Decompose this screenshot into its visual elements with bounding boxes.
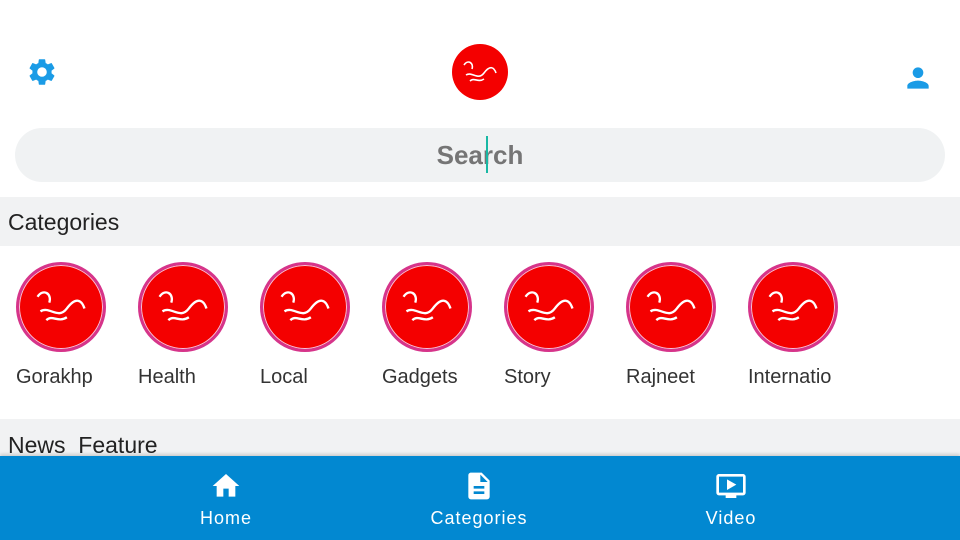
nav-video[interactable]: Video <box>661 456 801 540</box>
news-feature-heading: News Feature <box>0 419 960 456</box>
category-label: Rajneet <box>626 366 695 388</box>
search-input[interactable] <box>15 128 945 182</box>
category-logo <box>382 262 472 352</box>
category-label: Gadgets <box>382 366 458 388</box>
nav-categories-label: Categories <box>430 508 528 528</box>
app-logo <box>452 44 508 100</box>
text-cursor <box>486 136 488 173</box>
categories-heading: Categories <box>0 197 960 246</box>
category-item[interactable]: Gadgets <box>382 262 492 389</box>
category-item[interactable]: Local <box>260 262 370 389</box>
category-item[interactable]: Gorakhp <box>16 262 126 389</box>
category-logo <box>138 262 228 352</box>
gear-icon[interactable] <box>26 56 58 88</box>
home-icon <box>212 474 240 497</box>
category-logo <box>504 262 594 352</box>
bottom-navigation: Home Categories Video <box>0 456 960 540</box>
category-label: Internatio <box>748 366 832 388</box>
category-label: Local <box>260 366 308 388</box>
nav-video-label: Video <box>705 508 757 528</box>
nav-home-label: Home <box>199 508 252 528</box>
category-logo <box>626 262 716 352</box>
category-logo <box>260 262 350 352</box>
category-item[interactable]: Health <box>138 262 248 389</box>
category-logo <box>16 262 106 352</box>
document-icon <box>468 472 490 500</box>
nav-categories[interactable]: Categories <box>409 456 549 540</box>
nav-home[interactable]: Home <box>156 456 296 540</box>
category-label: Gorakhp <box>16 366 93 388</box>
tv-play-icon <box>716 474 746 498</box>
category-item[interactable]: Rajneet <box>626 262 736 389</box>
category-label: Story <box>504 366 551 388</box>
category-label: Health <box>138 366 196 388</box>
category-item[interactable]: Story <box>504 262 614 389</box>
person-icon[interactable] <box>902 62 934 94</box>
category-item[interactable]: Internatio <box>748 262 858 389</box>
category-logo <box>748 262 838 352</box>
